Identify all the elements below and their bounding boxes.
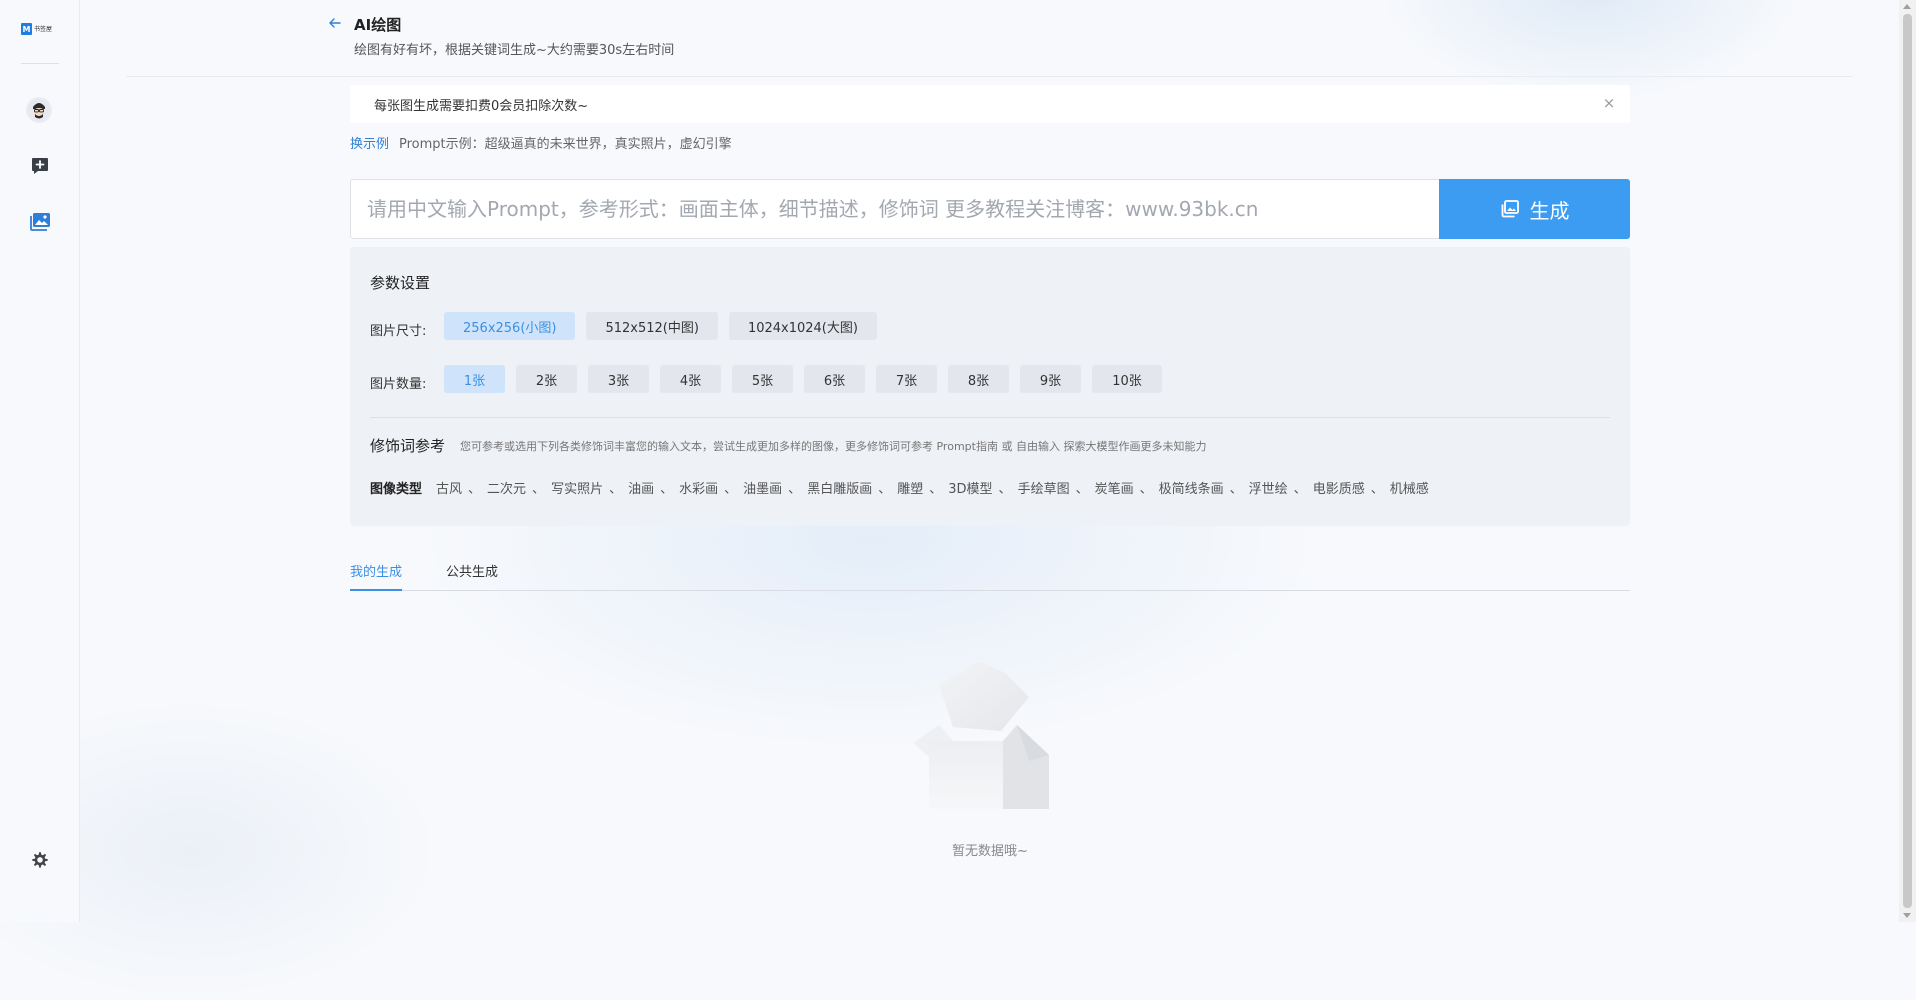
modifiers-description: 您可参考或选用下列各类修饰词丰富您的输入文本，尝试生成更加多样的图像，更多修饰词… [460,440,1207,453]
image-type-tag[interactable]: 机械感 [1390,478,1429,497]
prompt-example-row: 换示例 Prompt示例：超级逼真的未来世界，真实照片，虚幻引擎 [350,133,732,152]
count-option[interactable]: 1张 [444,365,505,393]
separator: 、 [1139,482,1153,497]
image-type-label: 图像类型 [370,482,423,497]
image-type-tag[interactable]: 水彩画 [679,478,718,497]
separator: 、 [1229,482,1243,497]
scroll-thumb[interactable] [1903,14,1912,908]
count-option[interactable]: 8张 [948,365,1009,393]
size-option[interactable]: 256x256(小图) [444,312,576,340]
result-tabs: 我的生成 公共生成 [350,560,1630,591]
app-logo[interactable]: M 书签屋 [21,21,55,37]
size-option[interactable]: 512x512(中图) [586,312,718,340]
image-type-tag[interactable]: 炭笔画 [1095,478,1134,497]
count-options: 1张 2张 3张 4张 5张 6张 7张 8张 9张 10张 [444,365,1162,393]
image-type-tag[interactable]: 极简线条画 [1159,478,1224,497]
modifiers-title: 修饰词参考 [370,437,446,455]
params-panel: 参数设置 图片尺寸: 256x256(小图) 512x512(中图) 1024x… [350,247,1630,526]
image-type-tag[interactable]: 古风 [436,478,462,497]
image-type-tag[interactable]: 浮世绘 [1249,478,1288,497]
image-icon [1501,200,1519,218]
image-type-tag[interactable]: 写实照片 [551,478,603,497]
generate-button[interactable]: 生成 [1439,179,1630,239]
scroll-up-arrow-icon[interactable] [1903,4,1911,9]
separator: 、 [998,482,1012,497]
separator: 、 [724,482,738,497]
count-label: 图片数量: [370,377,427,392]
tab-my-generations[interactable]: 我的生成 [350,561,403,591]
separator: 、 [878,482,892,497]
image-type-tag[interactable]: 二次元 [487,478,526,497]
scrollbar[interactable] [1899,0,1916,922]
back-arrow-icon[interactable] [327,15,343,31]
close-icon[interactable]: × [1602,96,1616,111]
notice-text: 每张图生成需要扣费0会员扣除次数~ [374,98,589,114]
page-title: AI绘图 [354,16,402,34]
scroll-down-arrow-icon[interactable] [1903,913,1911,918]
panel-divider [370,417,1610,418]
tab-public-generations[interactable]: 公共生成 [446,561,498,589]
separator: 、 [532,482,546,497]
logo-mark: M [21,23,32,35]
image-type-tag[interactable]: 黑白雕版画 [807,478,872,497]
count-option[interactable]: 9张 [1020,365,1081,393]
avatar[interactable] [26,97,52,123]
notice-bar: 每张图生成需要扣费0会员扣除次数~ × [350,85,1630,123]
separator: 、 [660,482,674,497]
sidebar: M 书签屋 [0,0,80,922]
empty-state-text: 暂无数据哦~ [952,844,1028,859]
separator: 、 [609,482,623,497]
count-option[interactable]: 4张 [660,365,721,393]
generate-button-label: 生成 [1529,198,1570,223]
image-type-tag[interactable]: 3D模型 [948,478,992,497]
image-type-tag[interactable]: 油墨画 [743,478,782,497]
count-option[interactable]: 7张 [876,365,937,393]
size-options: 256x256(小图) 512x512(中图) 1024x1024(大图) [444,312,877,340]
size-option[interactable]: 1024x1024(大图) [728,312,877,340]
chat-add-icon[interactable] [28,154,52,178]
header-divider [126,76,1852,77]
image-type-tag[interactable]: 油画 [628,478,654,497]
params-title: 参数设置 [370,274,431,292]
gallery-icon[interactable] [28,210,52,234]
separator: 、 [1370,482,1384,497]
size-label: 图片尺寸: [370,324,427,339]
change-example-link[interactable]: 换示例 [350,133,389,152]
image-type-tag[interactable]: 手绘草图 [1018,478,1070,497]
prompt-box: 生成 [350,179,1630,239]
separator: 、 [1075,482,1089,497]
separator: 、 [468,482,482,497]
separator: 、 [1293,482,1307,497]
logo-text: 书签屋 [34,25,53,33]
avatar-icon [28,99,50,121]
image-type-tag[interactable]: 雕塑 [897,478,923,497]
count-option[interactable]: 10张 [1092,365,1162,393]
prompt-example-text: Prompt示例：超级逼真的未来世界，真实照片，虚幻引擎 [399,137,732,152]
count-option[interactable]: 2张 [516,365,577,393]
gear-icon[interactable] [28,848,52,872]
count-option[interactable]: 6张 [804,365,865,393]
count-option[interactable]: 3张 [588,365,649,393]
count-option[interactable]: 5张 [732,365,793,393]
image-type-tag[interactable]: 电影质感 [1313,478,1365,497]
empty-box-illustration [909,655,1055,813]
page-subtitle: 绘图有好有坏，根据关键词生成~大约需要30s左右时间 [354,43,675,58]
sidebar-divider [21,63,59,64]
separator: 、 [788,482,802,497]
image-type-list: 古风、 二次元、 写实照片、 油画、 水彩画、 油墨画、 黑白雕版画、 雕塑、 … [436,478,1429,497]
prompt-input[interactable] [351,180,1439,238]
separator: 、 [929,482,943,497]
